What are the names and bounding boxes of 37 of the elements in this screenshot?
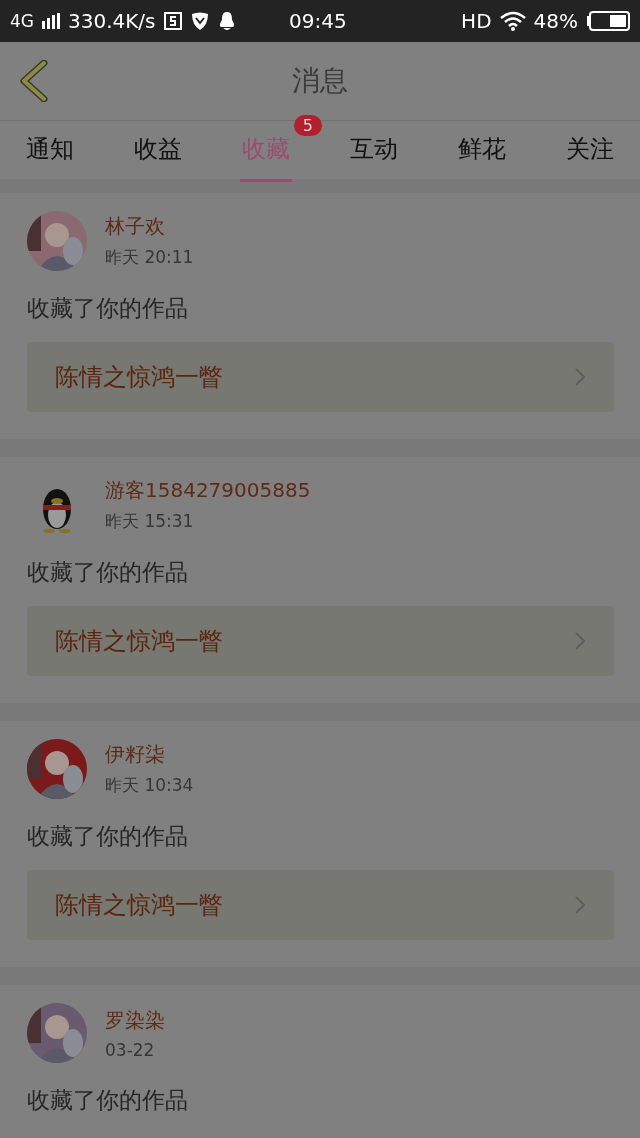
timestamp: 昨天 15:31 [105,510,195,533]
bell-icon [217,11,236,31]
chevron-right-icon [574,367,586,387]
shield-icon [189,11,210,31]
user-name: 伊籽柒 [105,741,166,768]
work-link[interactable]: 陈情之惊鸿一瞥 [27,606,614,676]
chevron-right-icon [574,631,586,651]
message-text: 收藏了你的作品 [27,558,189,587]
network-type: 4G [10,11,34,31]
wifi-icon [499,11,526,31]
timestamp: 03-22 [105,1039,156,1060]
work-link[interactable]: 陈情之惊鸿一瞥 [27,870,614,940]
tab[interactable]: 通知 [24,121,76,182]
page-title: 消息 [291,63,349,99]
user-name: 林子欢 [105,213,166,240]
count-badge: 5 [293,115,322,136]
chevron-right-icon [574,895,586,915]
battery-icon [586,11,630,31]
message-text: 收藏了你的作品 [27,822,189,851]
tab[interactable]: 互动 [348,121,400,182]
timestamp: 昨天 10:34 [105,774,194,797]
back-icon[interactable] [18,60,48,102]
battery-percent: 48% [533,9,578,33]
message-text: 收藏了你的作品 [27,294,189,323]
clock: 09:45 [289,9,347,33]
network-speed: 330.4K/s [68,9,156,33]
s-square-icon [163,12,182,30]
work-link[interactable]: 陈情之惊鸿一瞥 [27,342,614,412]
signal-icon [42,13,60,29]
timestamp: 昨天 20:11 [105,246,194,269]
tab[interactable]: 关注 [564,121,616,182]
tab[interactable]: 鲜花 [456,121,508,182]
tab[interactable]: 收益 [132,121,184,182]
hd-label: HD [461,9,492,33]
message-text: 收藏了你的作品 [27,1086,189,1115]
user-name: 罗染染 [105,1006,165,1034]
user-name: 游客1584279005885 [105,477,311,504]
